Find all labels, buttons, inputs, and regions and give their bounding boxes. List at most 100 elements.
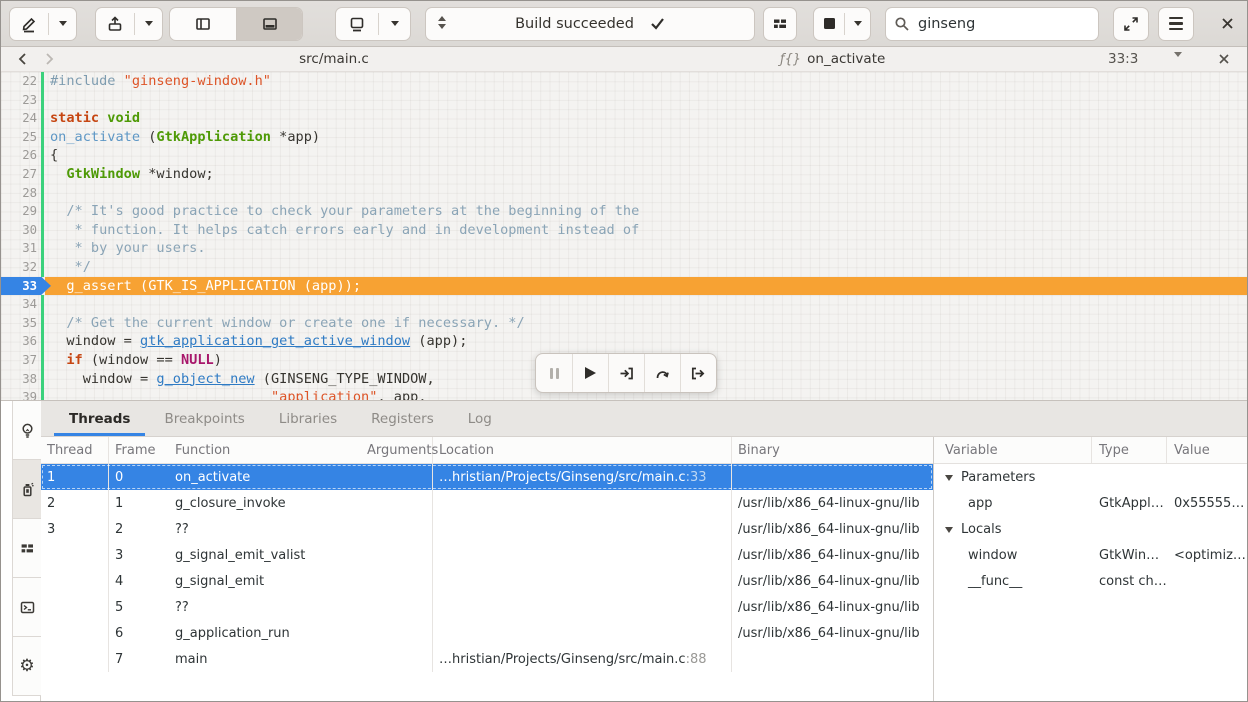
code-line[interactable]: 26{ xyxy=(1,146,1247,165)
line-number-gutter[interactable]: 32 xyxy=(1,258,45,277)
device-chooser-button[interactable] xyxy=(335,7,411,41)
line-number-gutter[interactable]: 27 xyxy=(1,165,45,184)
line-number-gutter[interactable]: 31 xyxy=(1,239,45,258)
step-over-button[interactable] xyxy=(644,354,680,392)
cell-binary: /usr/lib/x86_64-linux-gnu/lib xyxy=(732,516,933,542)
build-pipeline-button[interactable] xyxy=(763,7,797,41)
toggle-left-panel-button[interactable] xyxy=(170,8,236,40)
thread-frame-row[interactable]: 21g_closure_invoke/usr/lib/x86_64-linux-… xyxy=(41,490,933,516)
dock-debugger-button[interactable] xyxy=(13,460,41,519)
search-input[interactable] xyxy=(916,15,1076,33)
export-split-button[interactable] xyxy=(95,7,163,41)
line-number-gutter[interactable]: 23 xyxy=(1,91,45,110)
thread-frame-row[interactable]: 7main…hristian/Projects/Ginseng/src/main… xyxy=(41,646,933,672)
code-line[interactable]: 22#include "ginseng-window.h" xyxy=(1,72,1247,91)
line-number-gutter[interactable]: 38 xyxy=(1,370,45,389)
code-line[interactable]: 30 * function. It helps catch errors ear… xyxy=(1,221,1247,240)
continue-button[interactable] xyxy=(572,354,608,392)
line-number-gutter[interactable]: 29 xyxy=(1,202,45,221)
close-file-button[interactable] xyxy=(1217,52,1231,66)
expander-triangle-icon[interactable] xyxy=(945,527,953,533)
line-number-gutter[interactable]: 37 xyxy=(1,351,45,370)
line-number-gutter[interactable]: 24 xyxy=(1,109,45,128)
column-header-variable[interactable]: Variable xyxy=(934,437,1092,463)
column-header-value[interactable]: Value xyxy=(1167,437,1247,463)
cell: 3 xyxy=(41,516,109,542)
line-number-gutter[interactable]: 33 xyxy=(1,277,45,296)
back-button[interactable] xyxy=(14,50,32,68)
stop-build-split-button[interactable] xyxy=(813,7,871,41)
cell-binary: /usr/lib/x86_64-linux-gnu/lib xyxy=(732,542,933,568)
code-line[interactable]: 23 xyxy=(1,91,1247,110)
dock-terminal-button[interactable] xyxy=(13,578,41,637)
pause-button[interactable] xyxy=(536,354,572,392)
expander-triangle-icon[interactable] xyxy=(945,475,953,481)
code-line[interactable]: 31 * by your users. xyxy=(1,239,1247,258)
code-line[interactable]: 28 xyxy=(1,184,1247,203)
code-text: /* It's good practice to check your para… xyxy=(45,202,639,221)
source-editor[interactable]: 22#include "ginseng-window.h"2324static … xyxy=(1,72,1247,400)
tab-libraries[interactable]: Libraries xyxy=(262,401,354,436)
open-file-path[interactable]: src/main.c xyxy=(299,51,369,67)
dock-build-pipeline-button[interactable] xyxy=(13,519,41,578)
variable-row[interactable]: windowGtkWin…<optimiz… xyxy=(934,542,1247,568)
toggle-bottom-panel-button[interactable] xyxy=(236,8,302,40)
tab-registers[interactable]: Registers xyxy=(354,401,451,436)
thread-frame-row[interactable]: 3g_signal_emit_valist/usr/lib/x86_64-lin… xyxy=(41,542,933,568)
code-line[interactable]: 32 */ xyxy=(1,258,1247,277)
fullscreen-button[interactable] xyxy=(1113,7,1149,41)
code-line[interactable]: 34 xyxy=(1,295,1247,314)
code-line[interactable]: 29 /* It's good practice to check your p… xyxy=(1,202,1247,221)
tab-threads[interactable]: Threads xyxy=(52,401,147,436)
tab-breakpoints[interactable]: Breakpoints xyxy=(147,401,261,436)
code-token: ( xyxy=(140,129,156,145)
edit-mode-split-button[interactable] xyxy=(9,7,77,41)
forward-button[interactable] xyxy=(40,50,58,68)
omnibar-build-status[interactable]: Build succeeded xyxy=(425,7,755,41)
line-number-gutter[interactable]: 28 xyxy=(1,184,45,203)
thread-frame-row[interactable]: 5??/usr/lib/x86_64-linux-gnu/lib xyxy=(41,594,933,620)
dock-todo-button[interactable] xyxy=(13,401,41,460)
menu-button[interactable] xyxy=(1158,7,1194,41)
column-header-function[interactable]: Function xyxy=(169,437,361,463)
column-header-thread[interactable]: Thread xyxy=(41,437,109,463)
cell: ?? xyxy=(169,594,361,620)
thread-frame-row[interactable]: 32??/usr/lib/x86_64-linux-gnu/lib xyxy=(41,516,933,542)
variable-row[interactable]: __func__const ch… xyxy=(934,568,1247,594)
thread-frame-row[interactable]: 4g_signal_emit/usr/lib/x86_64-linux-gnu/… xyxy=(41,568,933,594)
code-line[interactable]: 25on_activate (GtkApplication *app) xyxy=(1,128,1247,147)
step-into-button[interactable] xyxy=(608,354,644,392)
line-number-gutter[interactable]: 26 xyxy=(1,146,45,165)
column-header-location[interactable]: Location xyxy=(433,437,732,463)
line-number-gutter[interactable]: 25 xyxy=(1,128,45,147)
dock-unit-tests-button[interactable]: ⚙ xyxy=(13,637,41,696)
current-symbol[interactable]: ƒ{} on_activate xyxy=(780,51,885,67)
line-number-gutter[interactable]: 35 xyxy=(1,314,45,333)
code-line[interactable]: 36 window = gtk_application_get_active_w… xyxy=(1,332,1247,351)
step-out-button[interactable] xyxy=(680,354,716,392)
code-line[interactable]: 27 GtkWindow *window; xyxy=(1,165,1247,184)
code-line[interactable]: 33 g_assert (GTK_IS_APPLICATION (app)); xyxy=(1,277,1247,296)
line-number-gutter[interactable]: 22 xyxy=(1,72,45,91)
column-header-frame[interactable]: Frame xyxy=(109,437,169,463)
line-number-gutter[interactable]: 36 xyxy=(1,332,45,351)
code-line[interactable]: 35 /* Get the current window or create o… xyxy=(1,314,1247,333)
column-header-binary[interactable]: Binary xyxy=(732,437,933,463)
thread-frame-row[interactable]: 6g_application_run/usr/lib/x86_64-linux-… xyxy=(41,620,933,646)
window-close-button[interactable] xyxy=(1220,16,1235,31)
line-number-gutter[interactable]: 34 xyxy=(1,295,45,314)
code-line[interactable]: 24static void xyxy=(1,109,1247,128)
variable-group-row[interactable]: Locals xyxy=(934,516,1247,542)
change-bar xyxy=(41,239,44,258)
line-number-gutter[interactable]: 39 xyxy=(1,388,45,400)
column-header-arguments[interactable]: Arguments xyxy=(361,437,433,463)
cell xyxy=(361,490,433,516)
line-number-gutter[interactable]: 30 xyxy=(1,221,45,240)
column-header-type[interactable]: Type xyxy=(1092,437,1167,463)
tab-log[interactable]: Log xyxy=(451,401,509,436)
thread-frame-row[interactable]: 10on_activate…hristian/Projects/Ginseng/… xyxy=(41,464,933,490)
cell: 2 xyxy=(109,516,169,542)
variable-group-row[interactable]: Parameters xyxy=(934,464,1247,490)
play-icon xyxy=(585,367,596,379)
variable-row[interactable]: appGtkAppl…0x55555… xyxy=(934,490,1247,516)
